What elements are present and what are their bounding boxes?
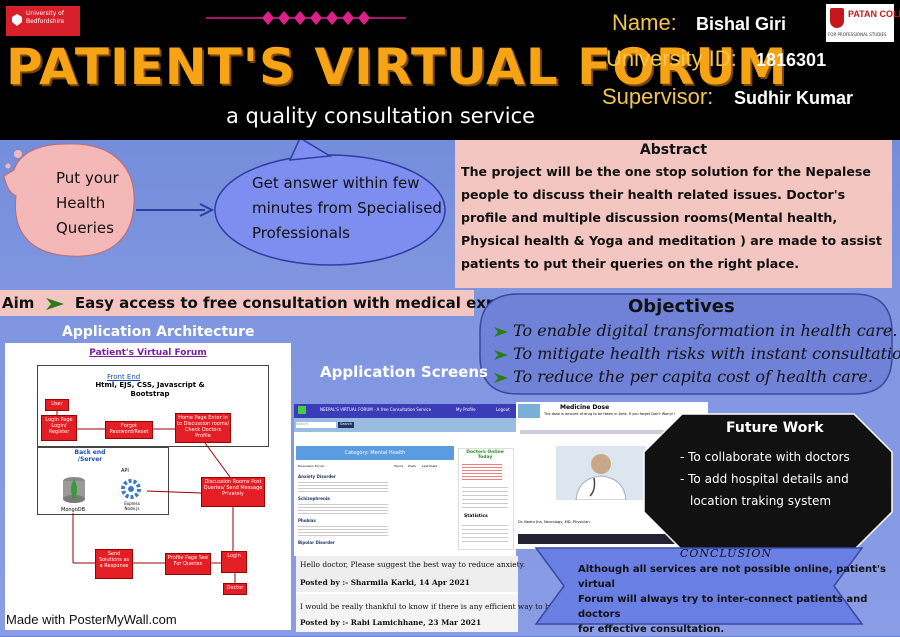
screen1-topic-desc <box>298 480 388 492</box>
aim-label: Aim <box>2 294 35 312</box>
objectives-list: To enable digital transformation in heal… <box>494 319 900 388</box>
screen1-category-title: Category: Mental Health <box>344 450 406 456</box>
post-meta: Posted by :- Rabi Lamichhane, 23 Mar 202… <box>300 618 482 627</box>
objective-text: To reduce the per capita cost of health … <box>513 367 873 386</box>
supervisor-label: Supervisor: <box>602 84 714 109</box>
college-logo-subtext: FOR PROFESSIONAL STUDIES <box>828 32 887 37</box>
arrowhead-icon <box>494 326 508 337</box>
post-meta: Posted by :- Sharmila Karki, 14 Apr 2021 <box>300 578 470 587</box>
objective-item: To mitigate health risks with instant co… <box>494 342 900 365</box>
screen1-stats-heading: Statistics <box>464 514 488 519</box>
conclusion-line: Forum will always try to inter-connect p… <box>578 594 868 620</box>
college-logo-text: PATAN COLLEGE <box>848 9 900 19</box>
screen1-logo-icon <box>298 406 306 414</box>
screen1-col-topics: Topics <box>394 464 404 468</box>
screen2-title: Medicine Dose <box>560 404 610 411</box>
screen1-topic: Bipolar Disorder <box>298 540 335 545</box>
screen1-nav-logout: Logout <box>496 407 510 412</box>
conclusion-line: Although all services are not possible o… <box>578 564 886 590</box>
architecture-diagram: Patient's Virtual Forum Front End Html, … <box>5 343 291 630</box>
conclusion-heading: CONCLUSION <box>680 547 772 560</box>
screen2-caption: Dr. Neetu Jha, Neurology, MD, Physician <box>518 520 590 524</box>
screen1-doctors-heading: Doctors Online Today <box>466 450 504 460</box>
objective-item: To enable digital transformation in heal… <box>494 319 900 342</box>
bubble-queries-text: Put your Health Queries <box>56 166 119 241</box>
bubble-answer-text: Get answer within few minutes from Speci… <box>252 171 442 246</box>
forum-posts: Hello doctor, Please suggest the best wa… <box>296 556 604 632</box>
screen1-stats-box <box>462 484 508 508</box>
university-id-label: University ID: <box>606 46 737 71</box>
conclusion-line: for effective consultation. <box>578 624 725 635</box>
name-value: Bishal Giri <box>696 14 787 34</box>
bubble-queries-line-1: Put your <box>56 169 119 187</box>
screen1-topic: Schizophrenia <box>298 496 330 501</box>
college-shield-icon <box>830 8 844 28</box>
supervisor-value: Sudhir Kumar <box>734 88 854 108</box>
university-crest-icon <box>12 14 22 26</box>
poster-title: PATIENT'S VIRTUAL FORUM <box>6 38 788 96</box>
screen-forum-category: NEEPAL'S VIRTUAL FORUM - A free Consulta… <box>294 404 516 556</box>
screen1-search-button: Search <box>338 422 354 428</box>
bubble-answer-line-2: minutes from Specialised <box>252 199 442 217</box>
future-work-list: - To collaborate with doctors - To add h… <box>680 446 850 512</box>
future-work-item: location traking system <box>690 494 832 508</box>
post-text: Hello doctor, Please suggest the best wa… <box>300 560 526 569</box>
title-ornament-icon <box>206 11 406 25</box>
arrowhead-icon <box>494 372 508 383</box>
screen1-topic-desc <box>298 524 388 536</box>
doctor-avatar-icon <box>575 454 627 501</box>
arrowhead-icon <box>494 349 508 360</box>
future-work-item: - To collaborate with doctors <box>680 450 850 464</box>
screen1-nav-profile: My Profile <box>456 407 476 412</box>
future-work-heading: Future Work <box>726 420 824 436</box>
screens-heading: Application Screens <box>320 363 488 381</box>
screen1-doctors-list <box>462 462 502 480</box>
college-logo: PATAN COLLEGE FOR PROFESSIONAL STUDIES <box>826 4 900 42</box>
objectives-heading: Objectives <box>628 296 735 317</box>
abstract-heading: Abstract <box>639 142 708 158</box>
screen1-col-posts: Posts <box>408 464 416 468</box>
university-id-value: 1816301 <box>756 50 827 70</box>
screen2-banner-image <box>518 404 540 418</box>
doctor-photo <box>556 446 646 501</box>
future-work-item: - To add hospital details and <box>680 472 849 486</box>
screen1-stats-values <box>462 522 508 542</box>
university-logo: University of Bedfordshire <box>6 6 80 36</box>
abstract-text: The project will be the one stop solutio… <box>461 164 882 271</box>
screen1-topic-desc <box>298 502 388 514</box>
bubble-answer-line-1: Get answer within few <box>252 174 420 192</box>
bubble-queries-line-2: Health <box>56 194 106 212</box>
screen1-search-input: Search <box>296 422 336 428</box>
name-label: Name: <box>612 10 677 35</box>
bubble-answer-line-3: Professionals <box>252 224 350 242</box>
conclusion-text: Although all services are not possible o… <box>578 562 900 637</box>
screen1-topic: Anxiety Disorder <box>298 474 336 479</box>
bubble-queries-line-3: Queries <box>56 219 114 237</box>
footer-credit: Made with PosterMyWall.com <box>6 612 177 627</box>
architecture-heading: Application Architecture <box>62 324 255 340</box>
abstract-panel: Abstract The project will be the one sto… <box>455 140 892 288</box>
screen1-col-forum: Discussion Forum <box>298 464 325 468</box>
aim-banner: Aim Easy access to free consultation wit… <box>0 290 536 316</box>
poster-subtitle: a quality consultation service <box>226 104 536 128</box>
diagram-arrows <box>56 411 236 583</box>
screen1-col-last: Last Posts <box>422 464 438 468</box>
university-logo-text: University of Bedfordshire <box>26 10 65 25</box>
objective-text: To mitigate health risks with instant co… <box>513 344 900 363</box>
screen1-brand: NEEPAL'S VIRTUAL FORUM - A free Consulta… <box>320 407 432 412</box>
arrowhead-icon <box>45 297 64 310</box>
aim-text: Easy access to free consultation with me… <box>74 294 537 312</box>
screen1-topic: Phobias <box>298 518 316 523</box>
objective-item: To reduce the per capita cost of health … <box>494 365 900 388</box>
objective-text: To enable digital transformation in heal… <box>513 321 898 340</box>
